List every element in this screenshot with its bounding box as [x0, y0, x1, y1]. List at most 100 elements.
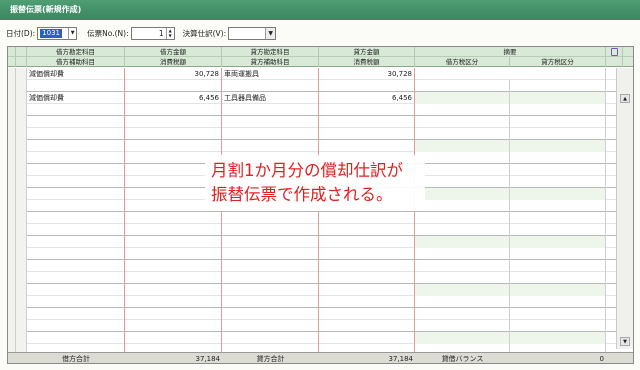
table-row[interactable]: 減価償却費 30,728 車両運搬具 30,728	[8, 68, 618, 92]
grid-cell[interactable]	[415, 188, 510, 200]
grid-cell[interactable]	[510, 128, 606, 140]
grid-cell[interactable]	[510, 284, 606, 296]
grid-cell[interactable]	[125, 332, 222, 344]
grid-cell[interactable]	[510, 332, 606, 344]
grid-cell[interactable]	[222, 236, 319, 248]
scroll-down-icon[interactable]: ▼	[620, 337, 630, 346]
grid-cell[interactable]	[27, 116, 125, 128]
grid-cell[interactable]	[27, 140, 125, 152]
spin-down-icon[interactable]: ▼	[167, 33, 174, 38]
grid-cell[interactable]	[415, 332, 510, 344]
grid-cell[interactable]	[27, 128, 125, 140]
grid-cell[interactable]	[27, 188, 125, 200]
credit-account-cell[interactable]: 工具器具備品	[222, 92, 319, 104]
table-row[interactable]	[8, 236, 618, 260]
grid-cell[interactable]	[319, 212, 415, 224]
grid-cell[interactable]	[415, 236, 510, 248]
grid-cell[interactable]	[125, 236, 222, 248]
grid-cell[interactable]	[319, 116, 415, 128]
grid-cell[interactable]	[319, 296, 415, 308]
grid-cell[interactable]	[27, 176, 125, 188]
grid-cell[interactable]	[222, 116, 319, 128]
grid-cell[interactable]	[125, 296, 222, 308]
grid-cell[interactable]	[415, 272, 510, 284]
grid-cell[interactable]	[510, 176, 606, 188]
grid-cell[interactable]	[510, 200, 606, 212]
grid-cell[interactable]	[415, 140, 510, 152]
grid-cell[interactable]	[125, 128, 222, 140]
grid-cell[interactable]	[510, 320, 606, 332]
grid-cell[interactable]	[27, 164, 125, 176]
grid-cell[interactable]	[510, 272, 606, 284]
grid-cell[interactable]	[222, 284, 319, 296]
grid-cell[interactable]	[510, 188, 606, 200]
table-row[interactable]: 減価償却費 6,456 工具器具備品 6,456	[8, 92, 618, 116]
grid-cell[interactable]	[415, 200, 510, 212]
credit-account-cell[interactable]: 車両運搬具	[222, 68, 319, 80]
grid-cell[interactable]	[27, 236, 125, 248]
grid-cell[interactable]	[27, 320, 125, 332]
credit-amount-cell[interactable]: 6,456	[319, 92, 415, 104]
scroll-up-icon[interactable]: ▲	[620, 94, 630, 103]
grid-cell[interactable]	[319, 260, 415, 272]
grid-cell[interactable]	[319, 248, 415, 260]
spin-stepper[interactable]: ▲ ▼	[165, 27, 174, 39]
grid-cell[interactable]	[510, 308, 606, 320]
grid-cell[interactable]	[125, 260, 222, 272]
grid-cell[interactable]	[415, 164, 510, 176]
tekiyo-cell[interactable]	[415, 92, 510, 104]
grid-cell[interactable]	[222, 212, 319, 224]
grid-cell[interactable]	[222, 308, 319, 320]
grid-cell[interactable]	[222, 224, 319, 236]
grid-cell[interactable]	[27, 284, 125, 296]
grid-cell[interactable]	[319, 284, 415, 296]
grid-cell[interactable]	[510, 236, 606, 248]
grid-cell[interactable]	[415, 308, 510, 320]
grid-cell[interactable]	[222, 128, 319, 140]
debit-amount-cell[interactable]: 6,456	[125, 92, 222, 104]
grid-cell[interactable]	[319, 224, 415, 236]
grid-cell[interactable]	[125, 116, 222, 128]
tekiyo-cell[interactable]	[415, 68, 606, 80]
grid-cell[interactable]	[415, 212, 510, 224]
grid-cell[interactable]	[27, 272, 125, 284]
grid-cell[interactable]	[415, 176, 510, 188]
grid-cell[interactable]	[510, 212, 606, 224]
table-row[interactable]	[8, 116, 618, 140]
grid-cell[interactable]	[125, 272, 222, 284]
date-field[interactable]: 1031 ▼	[37, 26, 78, 40]
grid-cell[interactable]	[415, 116, 510, 128]
grid-cell[interactable]	[27, 212, 125, 224]
grid-cell[interactable]	[319, 308, 415, 320]
denpyo-no-field[interactable]: 1 ▲ ▼	[130, 26, 175, 40]
grid-cell[interactable]	[27, 332, 125, 344]
grid-cell[interactable]	[319, 140, 415, 152]
chevron-down-icon[interactable]: ▼	[265, 27, 276, 39]
debit-amount-cell[interactable]: 30,728	[125, 68, 222, 80]
grid-cell[interactable]	[222, 272, 319, 284]
grid-cell[interactable]	[125, 224, 222, 236]
grid-cell[interactable]	[27, 308, 125, 320]
debit-account-cell[interactable]: 減価償却費	[27, 92, 125, 104]
grid-cell[interactable]	[125, 284, 222, 296]
table-row[interactable]	[8, 284, 618, 308]
grid-cell[interactable]	[510, 224, 606, 236]
grid-cell[interactable]	[510, 260, 606, 272]
vertical-scrollbar[interactable]: ▲ ▼	[616, 68, 633, 349]
grid-cell[interactable]	[27, 260, 125, 272]
grid-cell[interactable]	[125, 308, 222, 320]
grid-cell[interactable]	[319, 128, 415, 140]
grid-cell[interactable]	[415, 248, 510, 260]
grid-cell[interactable]	[27, 152, 125, 164]
grid-cell[interactable]	[222, 260, 319, 272]
grid-cell[interactable]	[510, 116, 606, 128]
grid-cell[interactable]	[27, 200, 125, 212]
grid-cell[interactable]	[510, 140, 606, 152]
grid-cell[interactable]	[415, 320, 510, 332]
grid-cell[interactable]	[27, 248, 125, 260]
grid-cell[interactable]	[222, 332, 319, 344]
grid-cell[interactable]	[510, 296, 606, 308]
grid-cell[interactable]	[222, 248, 319, 260]
grid-cell[interactable]	[415, 152, 510, 164]
grid-cell[interactable]	[415, 296, 510, 308]
